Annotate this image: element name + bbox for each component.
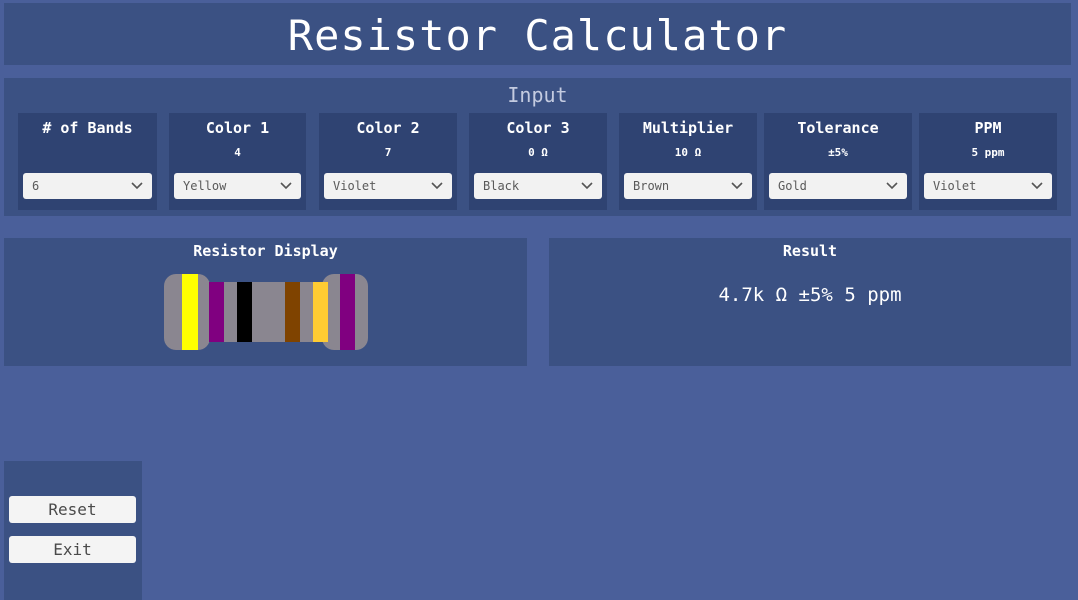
multiplier-select[interactable]: Brown <box>624 173 752 199</box>
chevron-down-icon <box>1031 182 1043 190</box>
title-panel: Resistor Calculator <box>4 3 1071 65</box>
chevron-down-icon <box>731 182 743 190</box>
chevron-down-icon <box>431 182 443 190</box>
color3-card: Color 3 0 Ω Black <box>469 113 607 210</box>
resistor-band-1 <box>182 274 198 350</box>
ppm-card: PPM 5 ppm Violet <box>919 113 1057 210</box>
result-panel: Result 4.7k Ω ±5% 5 ppm <box>549 238 1071 366</box>
resistor-display-title: Resistor Display <box>193 242 338 260</box>
resistor-band-4 <box>285 282 300 342</box>
bands-select-value: 6 <box>32 179 40 193</box>
ppm-select[interactable]: Violet <box>924 173 1052 199</box>
app-title: Resistor Calculator <box>287 11 788 60</box>
multiplier-card-value: 10 Ω <box>674 146 702 159</box>
tolerance-card: Tolerance ±5% Gold <box>764 113 912 210</box>
color2-card-value: 7 <box>384 146 392 159</box>
bands-select[interactable]: 6 <box>23 173 152 199</box>
ppm-card-value: 5 ppm <box>971 146 1005 159</box>
controls-panel: Reset Exit <box>4 461 142 600</box>
tolerance-select-value: Gold <box>778 179 807 193</box>
tolerance-select[interactable]: Gold <box>769 173 907 199</box>
chevron-down-icon <box>581 182 593 190</box>
color3-select-value: Black <box>483 179 520 193</box>
chevron-down-icon <box>131 182 143 190</box>
result-title: Result <box>782 242 838 260</box>
bands-card: # of Bands 6 <box>18 113 157 210</box>
resistor-band-2 <box>209 282 224 342</box>
result-value: 4.7k Ω ±5% 5 ppm <box>718 284 902 306</box>
bands-card-title: # of Bands <box>42 119 133 137</box>
color1-card: Color 1 4 Yellow <box>169 113 306 210</box>
resistor-band-5 <box>313 282 328 342</box>
color2-card-title: Color 2 <box>356 119 420 137</box>
exit-button[interactable]: Exit <box>9 536 136 563</box>
resistor-graphic <box>164 274 368 350</box>
color1-select-value: Yellow <box>183 179 227 193</box>
color2-select-value: Violet <box>333 179 377 193</box>
input-heading: Input <box>507 83 568 107</box>
color1-card-value: 4 <box>234 146 241 159</box>
color1-card-title: Color 1 <box>205 119 270 137</box>
color1-select[interactable]: Yellow <box>174 173 301 199</box>
resistor-band-3 <box>237 282 252 342</box>
chevron-down-icon <box>886 182 898 190</box>
multiplier-card: Multiplier 10 Ω Brown <box>619 113 757 210</box>
tolerance-card-value: ±5% <box>828 146 848 159</box>
reset-button[interactable]: Reset <box>9 496 136 523</box>
color3-card-title: Color 3 <box>506 119 570 137</box>
resistor-display-panel: Resistor Display <box>4 238 527 366</box>
input-panel: Input # of Bands 6 Color 1 4 Yellow Colo… <box>4 78 1071 216</box>
color3-card-value: 0 Ω <box>528 146 548 159</box>
color2-card: Color 2 7 Violet <box>319 113 457 210</box>
multiplier-card-title: Multiplier <box>642 119 734 137</box>
ppm-select-value: Violet <box>933 179 977 193</box>
multiplier-select-value: Brown <box>633 179 670 193</box>
resistor-band-6 <box>340 274 355 350</box>
color3-select[interactable]: Black <box>474 173 602 199</box>
ppm-card-title: PPM <box>974 119 1002 137</box>
tolerance-card-title: Tolerance <box>797 119 879 137</box>
chevron-down-icon <box>280 182 292 190</box>
color2-select[interactable]: Violet <box>324 173 452 199</box>
